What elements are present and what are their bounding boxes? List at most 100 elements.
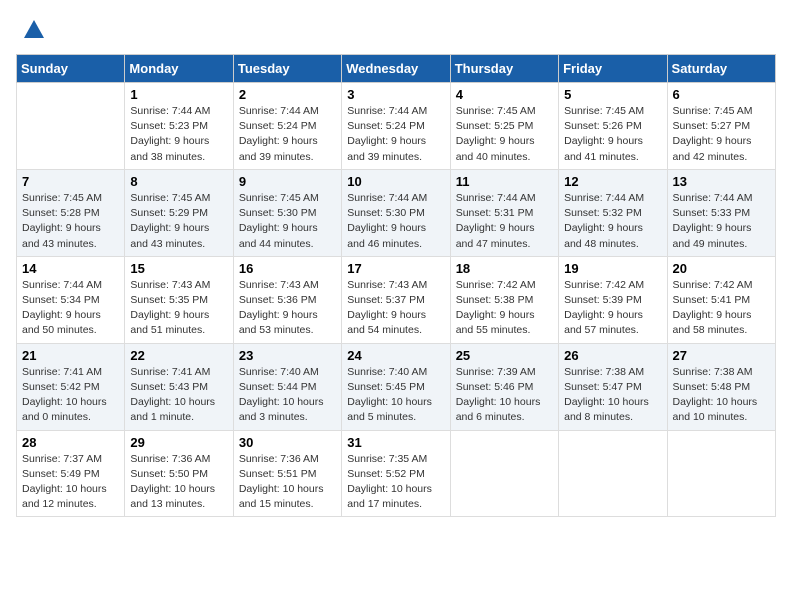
calendar-cell: 3 Sunrise: 7:44 AMSunset: 5:24 PMDaylight…	[342, 83, 450, 170]
calendar-week-row: 7 Sunrise: 7:45 AMSunset: 5:28 PMDaylight…	[17, 169, 776, 256]
weekday-header-tuesday: Tuesday	[233, 55, 341, 83]
day-number: 16	[239, 261, 336, 276]
calendar-cell: 29 Sunrise: 7:36 AMSunset: 5:50 PMDayligh…	[125, 430, 233, 517]
day-number: 18	[456, 261, 553, 276]
day-info: Sunrise: 7:35 AMSunset: 5:52 PMDaylight:…	[347, 452, 444, 513]
day-number: 12	[564, 174, 661, 189]
day-number: 30	[239, 435, 336, 450]
calendar-cell: 16 Sunrise: 7:43 AMSunset: 5:36 PMDayligh…	[233, 256, 341, 343]
day-info: Sunrise: 7:45 AMSunset: 5:28 PMDaylight:…	[22, 191, 119, 252]
day-number: 15	[130, 261, 227, 276]
day-info: Sunrise: 7:38 AMSunset: 5:47 PMDaylight:…	[564, 365, 661, 426]
day-number: 23	[239, 348, 336, 363]
day-info: Sunrise: 7:44 AMSunset: 5:24 PMDaylight:…	[347, 104, 444, 165]
calendar-cell: 23Sunrise: 7:40 AMSunset: 5:44 PMDayligh…	[233, 343, 341, 430]
calendar-cell: 11 Sunrise: 7:44 AMSunset: 5:31 PMDayligh…	[450, 169, 558, 256]
day-number: 3	[347, 87, 444, 102]
calendar-cell: 15Sunrise: 7:43 AMSunset: 5:35 PMDayligh…	[125, 256, 233, 343]
day-number: 7	[22, 174, 119, 189]
calendar-cell: 4 Sunrise: 7:45 AMSunset: 5:25 PMDaylight…	[450, 83, 558, 170]
day-info: Sunrise: 7:45 AMSunset: 5:25 PMDaylight:…	[456, 104, 553, 165]
day-number: 9	[239, 174, 336, 189]
calendar-cell: 12 Sunrise: 7:44 AMSunset: 5:32 PMDayligh…	[559, 169, 667, 256]
day-info: Sunrise: 7:41 AMSunset: 5:42 PMDaylight:…	[22, 365, 119, 426]
day-info: Sunrise: 7:41 AMSunset: 5:43 PMDaylight:…	[130, 365, 227, 426]
day-number: 10	[347, 174, 444, 189]
day-number: 4	[456, 87, 553, 102]
weekday-header-saturday: Saturday	[667, 55, 775, 83]
day-info: Sunrise: 7:36 AMSunset: 5:51 PMDaylight:…	[239, 452, 336, 513]
calendar-cell: 24 Sunrise: 7:40 AMSunset: 5:45 PMDayligh…	[342, 343, 450, 430]
calendar-cell	[450, 430, 558, 517]
calendar-cell: 21 Sunrise: 7:41 AMSunset: 5:42 PMDayligh…	[17, 343, 125, 430]
calendar-cell	[17, 83, 125, 170]
logo	[16, 16, 48, 44]
calendar-cell: 5 Sunrise: 7:45 AMSunset: 5:26 PMDaylight…	[559, 83, 667, 170]
calendar-cell: 2 Sunrise: 7:44 AMSunset: 5:24 PMDaylight…	[233, 83, 341, 170]
day-info: Sunrise: 7:39 AMSunset: 5:46 PMDaylight:…	[456, 365, 553, 426]
day-info: Sunrise: 7:43 AMSunset: 5:36 PMDaylight:…	[239, 278, 336, 339]
day-info: Sunrise: 7:36 AMSunset: 5:50 PMDaylight:…	[130, 452, 227, 513]
calendar-cell	[667, 430, 775, 517]
calendar-cell: 25 Sunrise: 7:39 AMSunset: 5:46 PMDayligh…	[450, 343, 558, 430]
calendar-cell	[559, 430, 667, 517]
day-info: Sunrise: 7:42 AMSunset: 5:41 PMDaylight:…	[673, 278, 770, 339]
calendar-cell: 7 Sunrise: 7:45 AMSunset: 5:28 PMDaylight…	[17, 169, 125, 256]
weekday-header-friday: Friday	[559, 55, 667, 83]
calendar-week-row: 21 Sunrise: 7:41 AMSunset: 5:42 PMDayligh…	[17, 343, 776, 430]
day-number: 22	[130, 348, 227, 363]
day-info: Sunrise: 7:45 AMSunset: 5:30 PMDaylight:…	[239, 191, 336, 252]
day-info: Sunrise: 7:44 AMSunset: 5:32 PMDaylight:…	[564, 191, 661, 252]
day-number: 17	[347, 261, 444, 276]
day-info: Sunrise: 7:43 AMSunset: 5:37 PMDaylight:…	[347, 278, 444, 339]
calendar-cell: 10 Sunrise: 7:44 AMSunset: 5:30 PMDayligh…	[342, 169, 450, 256]
day-number: 31	[347, 435, 444, 450]
weekday-header-monday: Monday	[125, 55, 233, 83]
day-number: 1	[130, 87, 227, 102]
page-header	[16, 16, 776, 44]
day-number: 26	[564, 348, 661, 363]
calendar-cell: 20 Sunrise: 7:42 AMSunset: 5:41 PMDayligh…	[667, 256, 775, 343]
calendar-cell: 17 Sunrise: 7:43 AMSunset: 5:37 PMDayligh…	[342, 256, 450, 343]
day-number: 2	[239, 87, 336, 102]
day-info: Sunrise: 7:44 AMSunset: 5:30 PMDaylight:…	[347, 191, 444, 252]
day-number: 20	[673, 261, 770, 276]
weekday-header-sunday: Sunday	[17, 55, 125, 83]
day-number: 28	[22, 435, 119, 450]
day-info: Sunrise: 7:45 AMSunset: 5:26 PMDaylight:…	[564, 104, 661, 165]
calendar-cell: 13 Sunrise: 7:44 AMSunset: 5:33 PMDayligh…	[667, 169, 775, 256]
calendar-cell: 8Sunrise: 7:45 AMSunset: 5:29 PMDaylight…	[125, 169, 233, 256]
day-info: Sunrise: 7:37 AMSunset: 5:49 PMDaylight:…	[22, 452, 119, 513]
calendar-table: SundayMondayTuesdayWednesdayThursdayFrid…	[16, 54, 776, 517]
day-number: 5	[564, 87, 661, 102]
day-number: 24	[347, 348, 444, 363]
calendar-cell: 26 Sunrise: 7:38 AMSunset: 5:47 PMDayligh…	[559, 343, 667, 430]
day-info: Sunrise: 7:44 AMSunset: 5:31 PMDaylight:…	[456, 191, 553, 252]
day-info: Sunrise: 7:44 AMSunset: 5:23 PMDaylight:…	[130, 104, 227, 165]
day-number: 21	[22, 348, 119, 363]
day-info: Sunrise: 7:44 AMSunset: 5:33 PMDaylight:…	[673, 191, 770, 252]
calendar-cell: 18Sunrise: 7:42 AMSunset: 5:38 PMDayligh…	[450, 256, 558, 343]
calendar-cell: 9 Sunrise: 7:45 AMSunset: 5:30 PMDaylight…	[233, 169, 341, 256]
day-number: 11	[456, 174, 553, 189]
day-number: 25	[456, 348, 553, 363]
day-number: 6	[673, 87, 770, 102]
weekday-header-row: SundayMondayTuesdayWednesdayThursdayFrid…	[17, 55, 776, 83]
day-number: 14	[22, 261, 119, 276]
day-number: 29	[130, 435, 227, 450]
weekday-header-thursday: Thursday	[450, 55, 558, 83]
calendar-week-row: 28 Sunrise: 7:37 AMSunset: 5:49 PMDayligh…	[17, 430, 776, 517]
calendar-cell: 19Sunrise: 7:42 AMSunset: 5:39 PMDayligh…	[559, 256, 667, 343]
calendar-cell: 31 Sunrise: 7:35 AMSunset: 5:52 PMDayligh…	[342, 430, 450, 517]
day-number: 13	[673, 174, 770, 189]
day-info: Sunrise: 7:44 AMSunset: 5:24 PMDaylight:…	[239, 104, 336, 165]
calendar-cell: 28 Sunrise: 7:37 AMSunset: 5:49 PMDayligh…	[17, 430, 125, 517]
day-info: Sunrise: 7:38 AMSunset: 5:48 PMDaylight:…	[673, 365, 770, 426]
calendar-cell: 1 Sunrise: 7:44 AMSunset: 5:23 PMDaylight…	[125, 83, 233, 170]
calendar-cell: 14 Sunrise: 7:44 AMSunset: 5:34 PMDayligh…	[17, 256, 125, 343]
logo-icon	[20, 16, 48, 44]
day-number: 19	[564, 261, 661, 276]
day-info: Sunrise: 7:40 AMSunset: 5:45 PMDaylight:…	[347, 365, 444, 426]
day-info: Sunrise: 7:44 AMSunset: 5:34 PMDaylight:…	[22, 278, 119, 339]
calendar-week-row: 14 Sunrise: 7:44 AMSunset: 5:34 PMDayligh…	[17, 256, 776, 343]
